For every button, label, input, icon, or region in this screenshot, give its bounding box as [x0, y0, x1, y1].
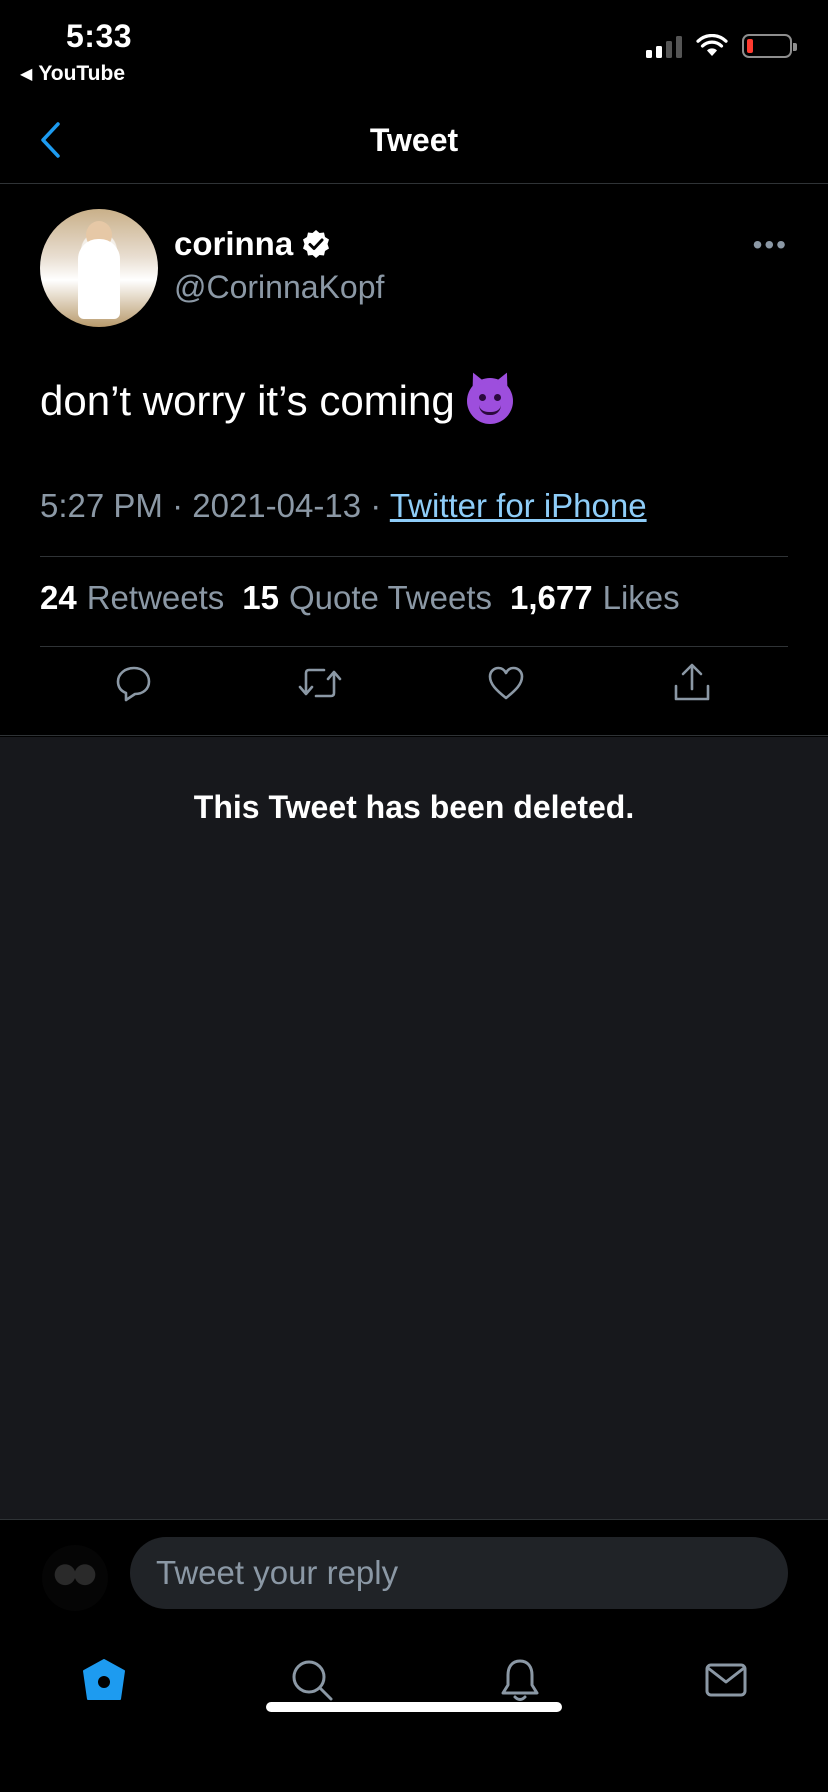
deleted-tweet-area: This Tweet has been deleted.	[0, 737, 828, 1520]
smiling-face-with-horns-icon	[466, 378, 513, 424]
bell-icon	[501, 1659, 539, 1701]
meta-separator: ·	[172, 487, 184, 524]
search-icon	[292, 1660, 333, 1701]
tweet-meta: 5:27 PM · 2021-04-13 · Twitter for iPhon…	[40, 487, 647, 525]
home-icon	[83, 1659, 125, 1700]
reply-bar	[0, 1521, 828, 1621]
meta-separator: ·	[370, 487, 382, 524]
nav-bar: Tweet	[0, 100, 828, 184]
share-button[interactable]	[662, 653, 722, 713]
verified-badge-icon	[303, 230, 330, 258]
back-to-app-button[interactable]: ◀ YouTube	[20, 62, 125, 86]
retweets-label: Retweets	[86, 579, 225, 616]
page-title: Tweet	[369, 122, 459, 158]
divider	[40, 556, 788, 557]
retweet-icon	[298, 668, 342, 698]
status-indicators	[646, 34, 797, 58]
retweet-button[interactable]	[290, 653, 350, 713]
battery-level	[747, 39, 753, 53]
signal-icon	[646, 34, 682, 58]
likes-label: Likes	[602, 579, 680, 616]
reply-button[interactable]	[104, 653, 164, 713]
back-app-label: YouTube	[38, 62, 126, 85]
likes-count: 1,677	[510, 579, 593, 616]
share-icon	[674, 663, 710, 701]
heart-icon	[488, 666, 524, 700]
tweet: corinna @CorinnaKopf ••• don’t worry it’…	[0, 185, 828, 736]
tweet-time: 5:27 PM	[40, 487, 163, 524]
more-options-icon[interactable]: •••	[753, 229, 788, 261]
author-handle[interactable]: @CorinnaKopf	[174, 269, 384, 306]
tab-home[interactable]	[76, 1652, 132, 1708]
author-name-row[interactable]: corinna	[174, 225, 331, 263]
tweet-text: don’t worry it’s coming	[40, 377, 513, 425]
retweets-count: 24	[40, 579, 77, 616]
battery-icon	[742, 34, 797, 58]
quotes-count: 15	[242, 579, 279, 616]
tab-search[interactable]	[284, 1652, 340, 1708]
divider	[40, 646, 788, 647]
back-triangle-icon: ◀	[20, 66, 33, 83]
screen: 5:33 ◀ YouTube Tweet corinna @CorinnaKop…	[0, 0, 828, 1792]
retweets-stat[interactable]: 24 Retweets	[40, 579, 224, 617]
likes-stat[interactable]: 1,677 Likes	[510, 579, 680, 617]
tab-bar	[0, 1622, 828, 1732]
status-bar: 5:33 ◀ YouTube	[0, 0, 828, 96]
quotes-label: Quote Tweets	[289, 579, 493, 616]
tweet-source-link[interactable]: Twitter for iPhone	[390, 487, 647, 524]
tweet-actions	[0, 653, 828, 733]
tweet-date: 2021-04-13	[192, 487, 362, 524]
author-avatar[interactable]	[40, 209, 158, 327]
user-avatar	[42, 1545, 108, 1611]
status-time: 5:33	[66, 18, 133, 54]
tweet-stats: 24 Retweets 15 Quote Tweets 1,677 Likes	[40, 579, 680, 617]
reply-icon	[116, 666, 151, 702]
mail-icon	[705, 1663, 747, 1697]
tab-messages[interactable]	[698, 1652, 754, 1708]
quote-tweets-stat[interactable]: 15 Quote Tweets	[242, 579, 492, 617]
tweet-text-content: don’t worry it’s coming	[40, 377, 455, 424]
wifi-icon	[696, 34, 728, 56]
reply-input[interactable]	[130, 1537, 788, 1609]
tab-notifications[interactable]	[492, 1652, 548, 1708]
deleted-message: This Tweet has been deleted.	[193, 789, 635, 825]
like-button[interactable]	[476, 653, 536, 713]
author-name: corinna	[174, 225, 294, 262]
home-indicator[interactable]	[266, 1702, 562, 1712]
